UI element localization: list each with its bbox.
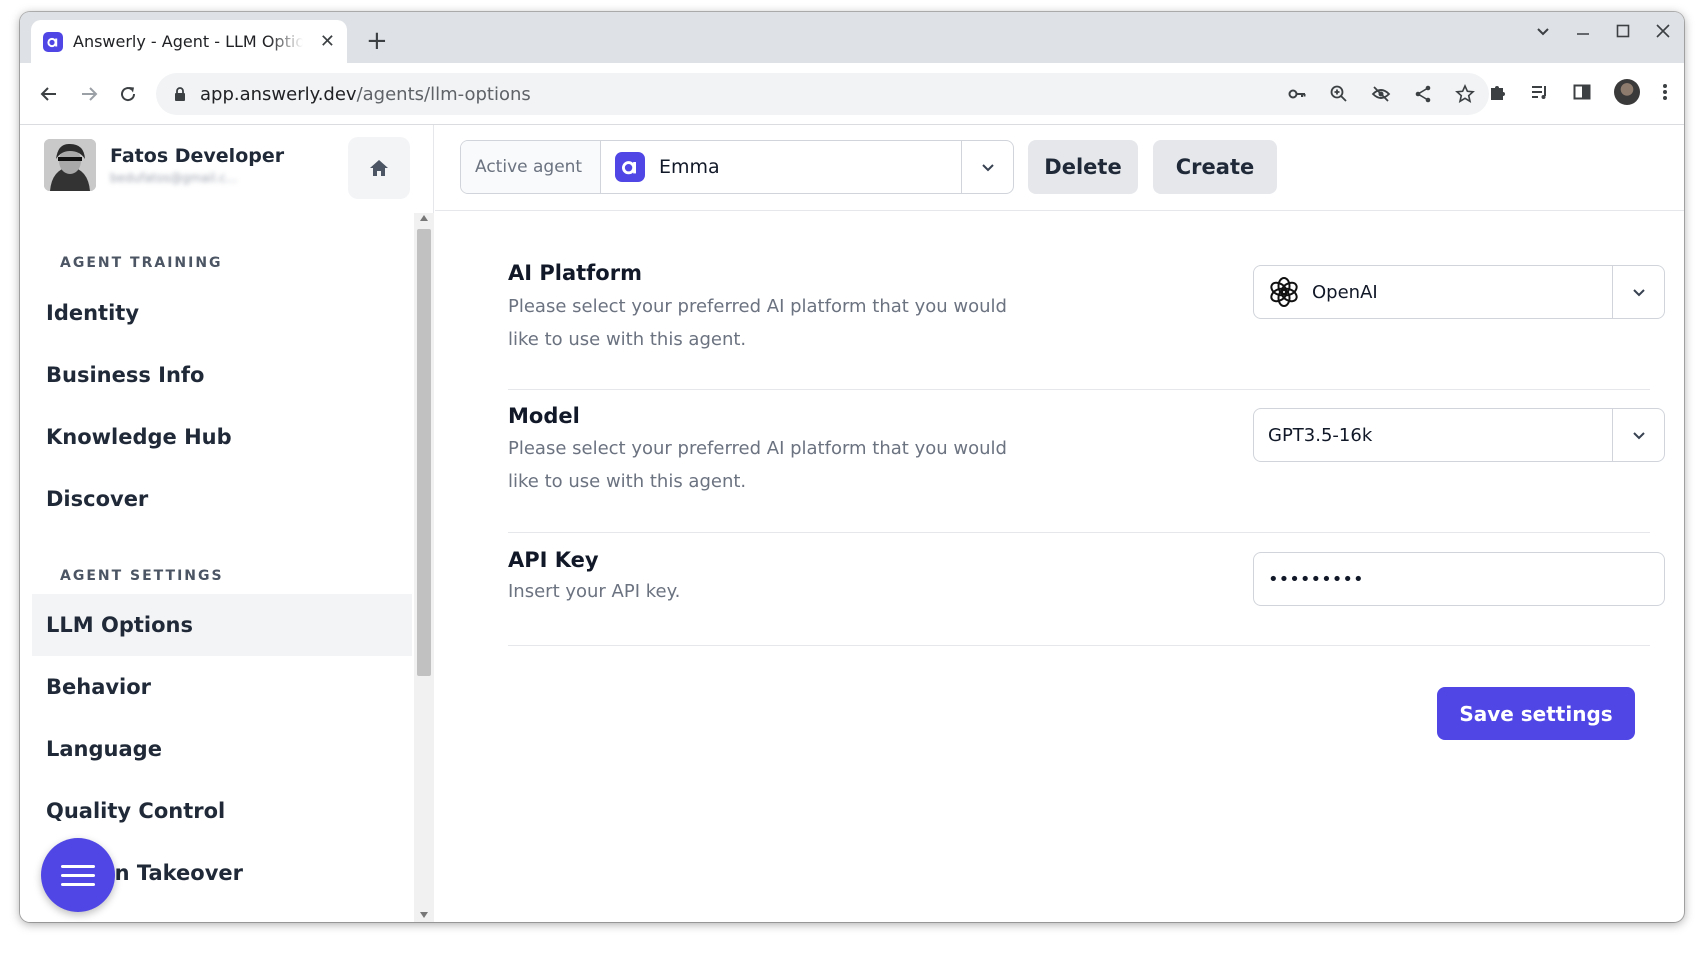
scrollbar-thumb[interactable] — [417, 229, 431, 676]
key-icon[interactable] — [1287, 84, 1307, 104]
menu-fab-button[interactable] — [41, 838, 115, 912]
browser-tab[interactable]: Answerly - Agent - LLM Options ✕ — [31, 20, 347, 63]
url-path: /agents/llm-options — [356, 83, 531, 105]
share-icon[interactable] — [1413, 84, 1433, 104]
tab-search-icon[interactable] — [1536, 24, 1550, 38]
ai-platform-select-value: OpenAI — [1254, 276, 1612, 308]
agent-dropdown-toggle[interactable] — [961, 141, 1013, 193]
profile-avatar[interactable] — [1614, 79, 1640, 105]
hamburger-icon-line — [61, 864, 95, 868]
home-button[interactable] — [348, 137, 410, 199]
sidebar-item-identity[interactable]: Identity — [32, 282, 412, 344]
ai-platform-select[interactable]: OpenAI — [1253, 265, 1665, 319]
api-key-description: Insert your API key. — [508, 581, 681, 602]
lock-icon — [175, 86, 185, 101]
back-button[interactable] — [34, 79, 64, 109]
user-name: Fatos Developer — [110, 145, 285, 167]
tab-close-icon[interactable]: ✕ — [320, 31, 335, 52]
ai-platform-value: OpenAI — [1312, 281, 1378, 303]
api-key-title: API Key — [508, 548, 599, 572]
setting-api-key: API Key Insert your API key. — [508, 533, 1665, 646]
create-agent-button[interactable]: Create — [1153, 140, 1277, 194]
forward-arrow-icon — [82, 87, 98, 101]
openai-logo-icon — [1270, 277, 1298, 307]
setting-model: Model Please select your preferred AI pl… — [508, 390, 1665, 533]
sidebar-item-business-info[interactable]: Business Info — [32, 344, 412, 406]
window-controls — [1536, 24, 1670, 38]
model-title: Model — [508, 404, 580, 428]
section-title-agent-training: AGENT TRAINING — [60, 255, 223, 271]
new-tab-button[interactable]: + — [366, 28, 388, 54]
reload-button[interactable] — [113, 79, 143, 109]
sidebar-item-discover[interactable]: Discover — [32, 468, 412, 530]
active-agent-select[interactable]: Active agent Emma — [460, 140, 1014, 194]
url-host: app.answerly.dev — [200, 83, 357, 105]
agent-value: Emma — [601, 141, 961, 193]
answerly-favicon-icon — [43, 31, 63, 52]
sidebar-item-quality-control[interactable]: Quality Control — [32, 780, 412, 842]
active-agent-label: Active agent — [461, 141, 601, 193]
user-card[interactable]: Fatos Developer bedufatos@gmail.c... — [44, 139, 284, 191]
forward-button[interactable] — [74, 79, 104, 109]
side-panel-icon[interactable] — [1572, 82, 1592, 102]
ai-platform-title: AI Platform — [508, 261, 642, 285]
sidebar-item-language[interactable]: Language — [32, 718, 412, 780]
agent-logo-icon — [615, 152, 645, 182]
reload-icon — [121, 87, 136, 102]
browser-window: Answerly - Agent - LLM Options ✕ + app.a… — [20, 12, 1684, 922]
app-page: Fatos Developer bedufatos@gmail.c... AGE… — [20, 125, 1684, 922]
setting-ai-platform: AI Platform Please select your preferred… — [508, 211, 1665, 390]
hamburger-icon-line — [61, 882, 95, 886]
tab-title: Answerly - Agent - LLM Options — [73, 32, 303, 51]
ai-platform-dropdown-toggle[interactable] — [1612, 266, 1664, 318]
section-title-agent-settings: AGENT SETTINGS — [60, 568, 224, 584]
sidebar-scrollbar[interactable] — [414, 213, 434, 922]
more-menu-icon[interactable] — [1662, 82, 1668, 102]
tab-strip: Answerly - Agent - LLM Options ✕ + — [20, 12, 1684, 63]
sidebar-item-knowledge-hub[interactable]: Knowledge Hub — [32, 406, 412, 468]
model-select-value: GPT3.5-16k — [1254, 425, 1612, 446]
back-arrow-icon — [40, 87, 56, 101]
bookmark-star-icon[interactable] — [1455, 84, 1475, 104]
user-avatar — [44, 139, 96, 191]
scroll-up-arrow-icon[interactable] — [420, 215, 428, 221]
sidebar-item-behavior[interactable]: Behavior — [32, 656, 412, 718]
zoom-icon[interactable] — [1329, 84, 1349, 104]
reading-list-icon[interactable] — [1530, 82, 1550, 102]
model-dropdown-toggle[interactable] — [1612, 409, 1664, 461]
eye-off-icon[interactable] — [1371, 84, 1391, 104]
extension-icons — [1488, 79, 1668, 105]
user-meta: Fatos Developer bedufatos@gmail.c... — [110, 145, 284, 185]
chevron-down-icon — [981, 164, 994, 172]
sidebar-item-llm-options[interactable]: LLM Options — [32, 594, 412, 656]
save-settings-button[interactable]: Save settings — [1437, 687, 1635, 740]
sidebar: Fatos Developer bedufatos@gmail.c... AGE… — [20, 125, 434, 922]
sidebar-nav: AGENT TRAINING Identity Business Info Kn… — [20, 213, 434, 922]
home-icon — [370, 160, 388, 176]
url-text: app.answerly.dev/agents/llm-options — [200, 84, 531, 105]
ai-platform-description: Please select your preferred AI platform… — [508, 296, 1007, 350]
browser-toolbar: app.answerly.dev/agents/llm-options — [20, 63, 1684, 125]
user-email: bedufatos@gmail.c... — [110, 171, 238, 185]
model-description: Please select your preferred AI platform… — [508, 438, 1007, 492]
model-value: GPT3.5-16k — [1268, 424, 1373, 446]
close-window-icon[interactable] — [1656, 24, 1670, 38]
chevron-down-icon — [1632, 289, 1645, 297]
scroll-down-arrow-icon[interactable] — [420, 912, 428, 918]
hamburger-icon-line — [61, 873, 95, 877]
model-select[interactable]: GPT3.5-16k — [1253, 408, 1665, 462]
agent-name: Emma — [659, 156, 720, 178]
main-content: Active agent Emma Delete Create AI Platf… — [435, 125, 1684, 922]
maximize-icon[interactable] — [1616, 24, 1630, 38]
address-bar-actions — [1287, 73, 1475, 115]
extensions-puzzle-icon[interactable] — [1488, 82, 1508, 102]
chevron-down-icon — [1632, 432, 1645, 440]
api-key-input[interactable] — [1253, 552, 1665, 606]
delete-agent-button[interactable]: Delete — [1028, 140, 1138, 194]
minimize-icon[interactable] — [1576, 24, 1590, 38]
agent-topbar: Active agent Emma Delete Create — [435, 125, 1684, 211]
address-bar[interactable]: app.answerly.dev/agents/llm-options — [156, 73, 1489, 115]
